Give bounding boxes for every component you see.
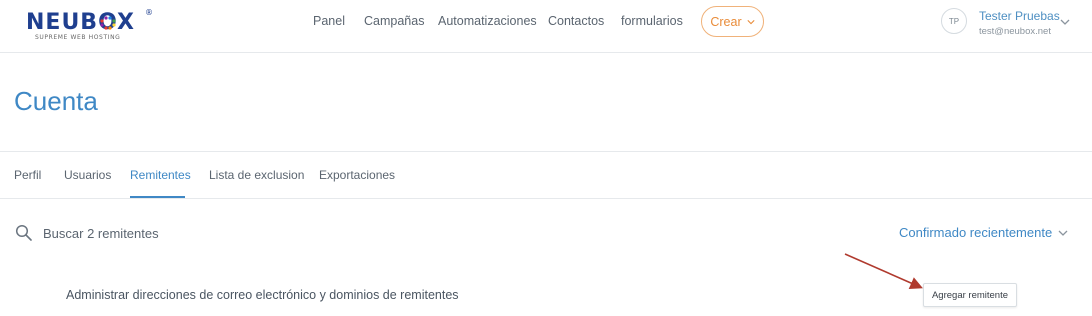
- chevron-down-icon: [747, 19, 755, 24]
- chevron-down-icon[interactable]: [1058, 229, 1068, 237]
- nav-contactos[interactable]: Contactos: [548, 14, 604, 28]
- add-sender-button-label: Agregar remitente: [931, 289, 1009, 301]
- top-navigation-bar: NEUBOX ® SUPREME WEB HOSTING Panel Campa…: [0, 0, 1092, 53]
- tab-perfil[interactable]: Perfil: [14, 168, 41, 182]
- avatar-initials: TP: [948, 16, 960, 26]
- nav-automatizaciones[interactable]: Automatizaciones: [438, 14, 537, 28]
- create-button-label: Crear: [710, 14, 742, 29]
- annotation-arrow-icon: [844, 253, 923, 289]
- logo-text: NEUBOX: [26, 10, 135, 35]
- nav-panel[interactable]: Panel: [313, 14, 345, 28]
- search-icon: [15, 224, 32, 241]
- user-name[interactable]: Tester Pruebas: [979, 9, 1060, 23]
- nav-formularios[interactable]: formularios: [621, 14, 683, 28]
- logo-tagline: SUPREME WEB HOSTING: [35, 34, 120, 41]
- divider: [0, 151, 1092, 152]
- user-email: test@neubox.net: [979, 26, 1051, 37]
- search-input[interactable]: [43, 224, 343, 242]
- chevron-down-icon[interactable]: [1060, 18, 1070, 26]
- page-title: Cuenta: [14, 86, 98, 116]
- senders-description: Administrar direcciones de correo electr…: [66, 288, 459, 302]
- tab-lista-de-exclusion[interactable]: Lista de exclusion: [209, 168, 304, 182]
- neubox-logo[interactable]: NEUBOX ® SUPREME WEB HOSTING: [24, 6, 156, 42]
- divider: [0, 198, 1092, 199]
- logo-registered: ®: [145, 8, 153, 17]
- user-avatar[interactable]: TP: [941, 8, 967, 34]
- sort-dropdown[interactable]: Confirmado recientemente: [899, 225, 1052, 240]
- tab-exportaciones[interactable]: Exportaciones: [319, 168, 395, 182]
- nav-campanas[interactable]: Campañas: [364, 14, 424, 28]
- create-button[interactable]: Crear: [701, 6, 764, 37]
- tab-remitentes[interactable]: Remitentes: [130, 168, 191, 182]
- add-sender-button[interactable]: Agregar remitente: [923, 283, 1017, 307]
- tab-usuarios[interactable]: Usuarios: [64, 168, 111, 182]
